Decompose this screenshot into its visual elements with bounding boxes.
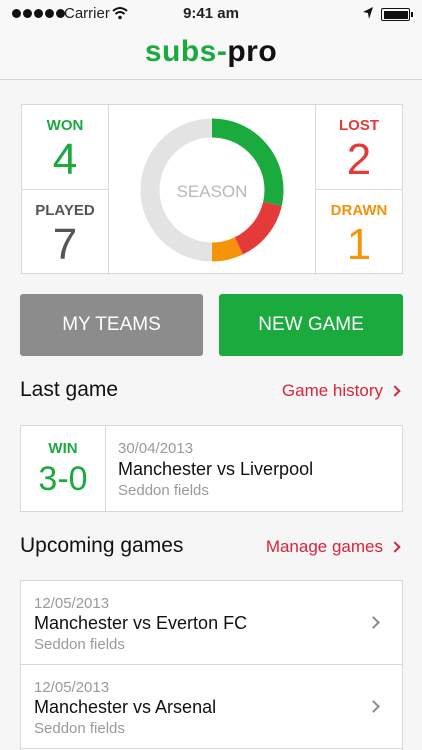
played-stat: PLAYED 7 [22,190,109,275]
game-venue: Seddon fields [118,482,209,499]
battery-icon [381,8,413,21]
game-history-label: Game history [281,381,383,400]
game-venue: Seddon fields [34,720,125,737]
clock: 9:41 am [183,5,239,22]
game-teams: Manchester vs Liverpool [118,459,314,479]
score: 3-0 [38,460,88,498]
app-logo: subs-pro [144,35,278,68]
season-stats-panel: WON 4 PLAYED 7 LOST 2 DRAWN 1 SEASON [21,104,403,275]
status-bar: Carrier 9:41 am [0,0,422,28]
played-label: PLAYED [35,202,95,219]
list-item[interactable]: 12/05/2013 Manchester vs Everton FC Sedd… [21,581,402,665]
game-venue: Seddon fields [34,636,125,653]
game-teams: Manchester vs Everton FC [34,613,248,633]
chevron-right-icon [389,541,401,553]
lost-label: LOST [339,117,379,134]
lost-stat: LOST 2 [315,105,402,190]
manage-games-link[interactable]: Manage games [266,537,402,557]
last-game-info: 30/04/2013 Manchester vs Liverpool Seddo… [118,440,313,499]
location-arrow-icon [363,7,373,19]
drawn-value: 1 [346,220,372,269]
game-date: 30/04/2013 [118,440,194,457]
manage-games-label: Manage games [265,537,383,556]
upcoming-games-list: 12/05/2013 Manchester vs Everton FC Sedd… [20,580,403,750]
chevron-right-icon [389,385,401,397]
last-game-card[interactable]: WIN 3-0 30/04/2013 Manchester vs Liverpo… [20,425,403,512]
nav-bar: subs-pro [0,28,422,80]
result-label: WIN [48,440,78,457]
won-value: 4 [52,135,78,184]
won-label: WON [46,117,84,134]
last-game-heading: Last game [20,378,119,401]
upcoming-games-heading: Upcoming games [20,534,184,557]
game-teams: Manchester vs Arsenal [34,697,217,717]
lost-value: 2 [346,135,372,184]
my-teams-button[interactable]: MY TEAMS [20,294,203,356]
drawn-label: DRAWN [330,202,388,219]
game-history-link[interactable]: Game history [282,381,402,401]
drawn-stat: DRAWN 1 [315,190,402,275]
list-item[interactable]: 12/05/2013 Manchester vs Arsenal Seddon … [21,665,402,749]
new-game-button[interactable]: NEW GAME [219,294,403,356]
season-label: SEASON [176,182,248,201]
result-box: WIN 3-0 [21,426,106,511]
played-value: 7 [52,220,78,269]
game-date: 12/05/2013 [34,595,110,612]
game-date: 12/05/2013 [34,679,110,696]
won-stat: WON 4 [22,105,109,190]
